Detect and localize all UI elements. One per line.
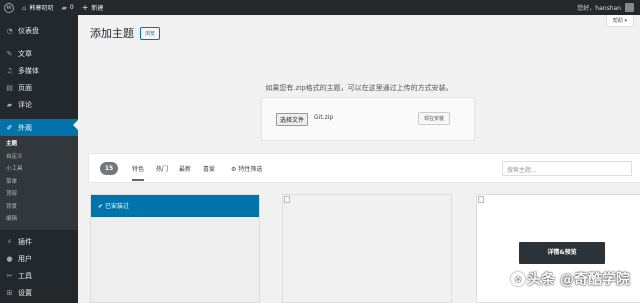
broken-image-icon bbox=[478, 196, 484, 203]
upload-form: 选择文件 Git.zip 现在安装 bbox=[261, 97, 475, 141]
page-icon: ▤ bbox=[6, 83, 13, 92]
brush-icon: ✐ bbox=[6, 123, 13, 132]
account-menu[interactable]: 您好，hanshan bbox=[577, 3, 640, 12]
installed-notice: ✔ 已安装过 bbox=[91, 195, 259, 217]
wordpress-icon: W bbox=[4, 2, 14, 13]
comment-icon: ▰ bbox=[61, 3, 67, 12]
help-tab[interactable]: 帮助 ▾ bbox=[605, 15, 634, 27]
feature-filter-button[interactable]: ⚙ 特性筛选 bbox=[231, 164, 262, 173]
file-name: Git.zip bbox=[314, 114, 334, 121]
media-icon: ♫ bbox=[6, 66, 13, 75]
menu-media[interactable]: ♫ 多媒体 bbox=[0, 62, 78, 79]
plugin-icon: ⚡ bbox=[7, 238, 12, 246]
user-icon: ● bbox=[6, 255, 13, 263]
install-now-button[interactable]: 现在安装 bbox=[417, 112, 450, 125]
theme-count-badge: 15 bbox=[100, 162, 118, 175]
menu-label: 仪表盘 bbox=[18, 26, 39, 35]
submenu-widgets[interactable]: 小工具 bbox=[0, 163, 78, 176]
admin-bar: W ⌂ 韩寒叨叨 ▰ 0 + 新建 您好，hanshan bbox=[0, 0, 640, 15]
appearance-submenu: 主题 自定义 小工具 菜单 顶部 背景 编辑 bbox=[0, 136, 78, 230]
tab-popular[interactable]: 热门 bbox=[156, 164, 168, 173]
site-name: 韩寒叨叨 bbox=[29, 5, 54, 12]
tab-favorites[interactable]: 喜爱 bbox=[203, 164, 215, 173]
menu-label: 插件 bbox=[18, 238, 32, 246]
plus-icon: + bbox=[81, 3, 89, 12]
pin-icon: ✎ bbox=[6, 49, 13, 58]
comment-icon: ▰ bbox=[6, 100, 13, 109]
theme-card[interactable] bbox=[282, 194, 452, 303]
comments-count: 0 bbox=[69, 4, 74, 11]
tab-featured[interactable]: 特色 bbox=[132, 164, 145, 181]
settings-icon: ⊞ bbox=[6, 289, 13, 297]
menu-label: 评论 bbox=[18, 100, 32, 109]
details-preview-button[interactable]: 详情&预览 bbox=[519, 242, 605, 264]
menu-dashboard[interactable]: ◔ 仪表盘 bbox=[0, 22, 78, 39]
tab-latest[interactable]: 最新 bbox=[179, 164, 191, 173]
menu-label: 用户 bbox=[18, 255, 32, 263]
menu-label: 页面 bbox=[18, 83, 32, 92]
menu-label: 设置 bbox=[18, 289, 32, 297]
browse-button[interactable]: 浏览 bbox=[140, 26, 161, 40]
menu-pages[interactable]: ▤ 页面 bbox=[0, 79, 78, 96]
greeting: 您好，hanshan bbox=[577, 5, 621, 12]
broken-image-icon bbox=[284, 196, 290, 203]
wp-logo-menu[interactable]: W bbox=[0, 0, 18, 15]
theme-filter-bar: 15 特色 热门 最新 喜爱 ⚙ 特性筛选 搜索主题... bbox=[88, 153, 640, 183]
submenu-customize[interactable]: 自定义 bbox=[0, 151, 78, 164]
menu-tools[interactable]: ✂ 工具 bbox=[0, 268, 78, 285]
menu-users[interactable]: ● 用户 bbox=[0, 251, 78, 268]
title-row: 添加主题 浏览 bbox=[90, 25, 161, 41]
page-title: 添加主题 bbox=[90, 27, 134, 40]
new-content-menu[interactable]: + 新建 bbox=[78, 0, 108, 15]
submenu-menus[interactable]: 菜单 bbox=[0, 176, 78, 189]
watermark-logo-icon: ✿ bbox=[511, 272, 526, 286]
theme-search-input[interactable]: 搜索主题... bbox=[502, 161, 632, 176]
main-content: 帮助 ▾ 添加主题 浏览 如果您有.zip格式的主题，可以在这里通过上传的方式安… bbox=[78, 15, 640, 303]
menu-plugins[interactable]: ⚡ 插件 bbox=[0, 234, 78, 251]
home-icon: ⌂ bbox=[22, 3, 27, 12]
menu-label: 工具 bbox=[18, 272, 32, 280]
theme-card[interactable]: ✔ 已安装过 bbox=[90, 194, 260, 303]
menu-label: 多媒体 bbox=[18, 66, 39, 75]
new-label: 新建 bbox=[91, 5, 104, 12]
gear-icon: ⚙ bbox=[231, 166, 237, 173]
site-name-menu[interactable]: ⌂ 韩寒叨叨 bbox=[18, 0, 57, 15]
menu-label: 文章 bbox=[18, 49, 32, 58]
submenu-themes[interactable]: 主题 bbox=[0, 138, 78, 151]
watermark: ✿ 头条 @奇酷学院 bbox=[511, 269, 630, 289]
avatar bbox=[625, 3, 634, 12]
dashboard-icon: ◔ bbox=[6, 26, 13, 35]
watermark-text: 头条 @奇酷学院 bbox=[527, 272, 630, 288]
admin-sidebar: ◔ 仪表盘 ✎ 文章 ♫ 多媒体 ▤ 页面 ▰ 评论 ✐ 外观 主题 自定义 小… bbox=[0, 15, 78, 303]
comments-menu[interactable]: ▰ 0 bbox=[57, 0, 77, 15]
choose-file-button[interactable]: 选择文件 bbox=[276, 113, 309, 126]
menu-settings[interactable]: ⊞ 设置 bbox=[0, 285, 78, 302]
menu-appearance[interactable]: ✐ 外观 bbox=[0, 119, 78, 136]
submenu-editor[interactable]: 编辑 bbox=[0, 213, 78, 226]
submenu-header[interactable]: 顶部 bbox=[0, 188, 78, 201]
menu-posts[interactable]: ✎ 文章 bbox=[0, 45, 78, 62]
menu-label: 外观 bbox=[18, 123, 32, 132]
check-icon: ✔ bbox=[98, 203, 104, 210]
menu-comments[interactable]: ▰ 评论 bbox=[0, 96, 78, 113]
wrench-icon: ✂ bbox=[6, 272, 13, 280]
upload-help-text: 如果您有.zip格式的主题，可以在这里通过上传的方式安装。 bbox=[265, 84, 453, 92]
submenu-background[interactable]: 背景 bbox=[0, 201, 78, 214]
